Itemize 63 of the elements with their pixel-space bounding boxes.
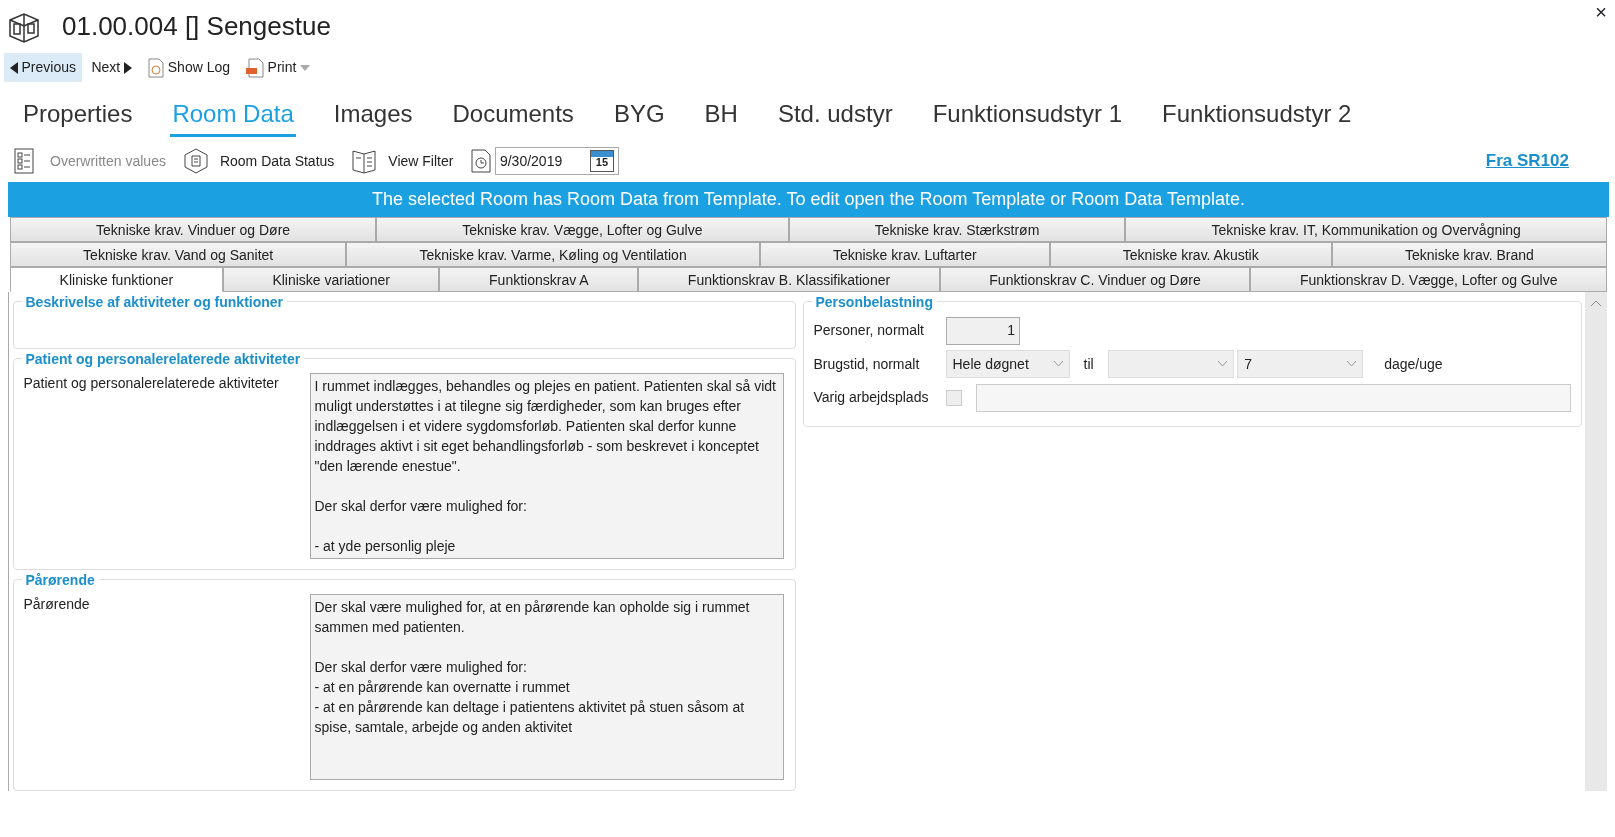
number-field[interactable]: 1 xyxy=(945,316,1020,345)
scrollbar[interactable] xyxy=(1585,291,1607,791)
tab[interactable]: Properties xyxy=(21,96,135,137)
tab[interactable]: Tekniske krav. Brand xyxy=(1331,241,1607,267)
tab[interactable]: Tekniske krav. IT, Kommunikation og Overvågning xyxy=(1125,216,1607,242)
tab[interactable]: Funktionsudstyr 1 xyxy=(930,96,1125,137)
chevron-up-icon xyxy=(1591,299,1601,306)
pdf-icon xyxy=(245,57,264,78)
field-label: Brugstid, normalt xyxy=(813,354,921,374)
tab[interactable]: Tekniske krav. Stærkstrøm xyxy=(788,216,1126,242)
clock-icon xyxy=(471,149,492,173)
text-area[interactable]: I rummet indlægges, behandles og plejes en patient. Patienten skal så vidt muligt understøttes i at tilegne sig færdigheder, som kan bruges efter indlæggelsen i et videre sygdomsforløb. Patienten skal derfor kunne inddrages aktivt i sit eget behandlingsforløb - som beskrevet i konceptet "den lærende enestue". Der skal derfor være mulighed for: - at yde personlig pleje xyxy=(309,372,784,559)
tab[interactable]: Funktionskrav D. Vægge, Lofter og Gulve xyxy=(1250,266,1608,292)
input-field[interactable] xyxy=(975,383,1571,412)
tab[interactable]: Funktionskrav B. Klassifikationer xyxy=(638,266,940,292)
tab[interactable]: BH xyxy=(702,96,740,137)
source-link[interactable]: Fra SR102 xyxy=(1485,148,1569,174)
previous-button[interactable]: Previous xyxy=(3,53,82,82)
print-button[interactable]: Print xyxy=(239,53,317,82)
field-label: Pårørende xyxy=(23,594,91,614)
next-button[interactable]: Next xyxy=(85,53,139,82)
tab[interactable]: BYG xyxy=(611,96,667,137)
unit-label: dage/uge xyxy=(1384,354,1443,374)
dropdown[interactable]: 7 xyxy=(1237,350,1364,378)
tab[interactable]: Kliniske funktioner xyxy=(10,266,223,292)
separator-label: til xyxy=(1083,354,1094,374)
dropdown[interactable] xyxy=(1107,350,1234,378)
text-area[interactable]: Der skal være mulighed for, at en pårørende kan opholde sig i rummet sammen med patienten. Der skal derfor være mulighed for: - at en pårørende kan overnatte i rummet - at en pårørende kan deltage i patientens aktivitet på stuen såsom at spise, samtale, arbejde og anden aktivitet xyxy=(309,593,784,780)
field-label: Personer, normalt xyxy=(813,321,925,340)
tab[interactable]: Kliniske variationer xyxy=(222,266,440,292)
tab[interactable]: Tekniske krav. Akustik xyxy=(1049,241,1332,267)
triangle-icon xyxy=(124,61,133,74)
tab[interactable]: Funktionsudstyr 2 xyxy=(1160,96,1354,137)
chevron-icon xyxy=(1053,361,1063,367)
calendar-icon[interactable]: 15 xyxy=(589,150,614,172)
triangle-icon xyxy=(9,61,18,74)
tab[interactable]: Tekniske krav. Vinduer og Døre xyxy=(10,216,377,242)
tab[interactable]: Tekniske krav. Vand og Sanitet xyxy=(10,241,347,267)
tab[interactable]: Images xyxy=(331,96,415,137)
window-title: 01.00.004 [] Sengestue xyxy=(62,10,332,43)
tab[interactable]: Tekniske krav. Luftarter xyxy=(759,241,1050,267)
document-icon xyxy=(147,57,164,78)
checkbox[interactable] xyxy=(945,389,962,406)
field-label: Varig arbejdsplads xyxy=(813,388,930,407)
document-icon xyxy=(183,148,208,174)
view-filter-button[interactable]: View Filter xyxy=(352,148,454,174)
room-data-status-button[interactable]: Room Data Status xyxy=(183,148,335,174)
tab[interactable]: Funktionskrav A xyxy=(439,266,639,292)
chevron-icon xyxy=(1347,361,1357,367)
chevron-icon xyxy=(1217,361,1227,367)
dropdown[interactable]: Hele døgnet xyxy=(945,350,1070,378)
tab[interactable]: Tekniske krav. Varme, Køling og Ventilation xyxy=(346,241,760,267)
book-icon xyxy=(352,148,377,174)
tab[interactable]: Documents xyxy=(450,96,576,137)
date-field[interactable]: 9/30/2019 15 xyxy=(494,147,619,175)
info-banner: The selected Room has Room Data from Template. To edit open the Room Template or Room Data Template. xyxy=(8,181,1609,217)
close-button[interactable]: × xyxy=(1594,1,1608,23)
caret-icon xyxy=(300,64,311,71)
field-label: Patient og personalerelaterede aktiviteter xyxy=(23,373,280,393)
show-log-button[interactable]: Show Log xyxy=(141,53,237,82)
tab[interactable]: Funktionskrav C. Vinduer og Døre xyxy=(939,266,1251,292)
tab[interactable]: Std. udstyr xyxy=(775,96,895,137)
tab[interactable]: Tekniske krav. Vægge, Lofter og Gulve xyxy=(376,216,789,242)
